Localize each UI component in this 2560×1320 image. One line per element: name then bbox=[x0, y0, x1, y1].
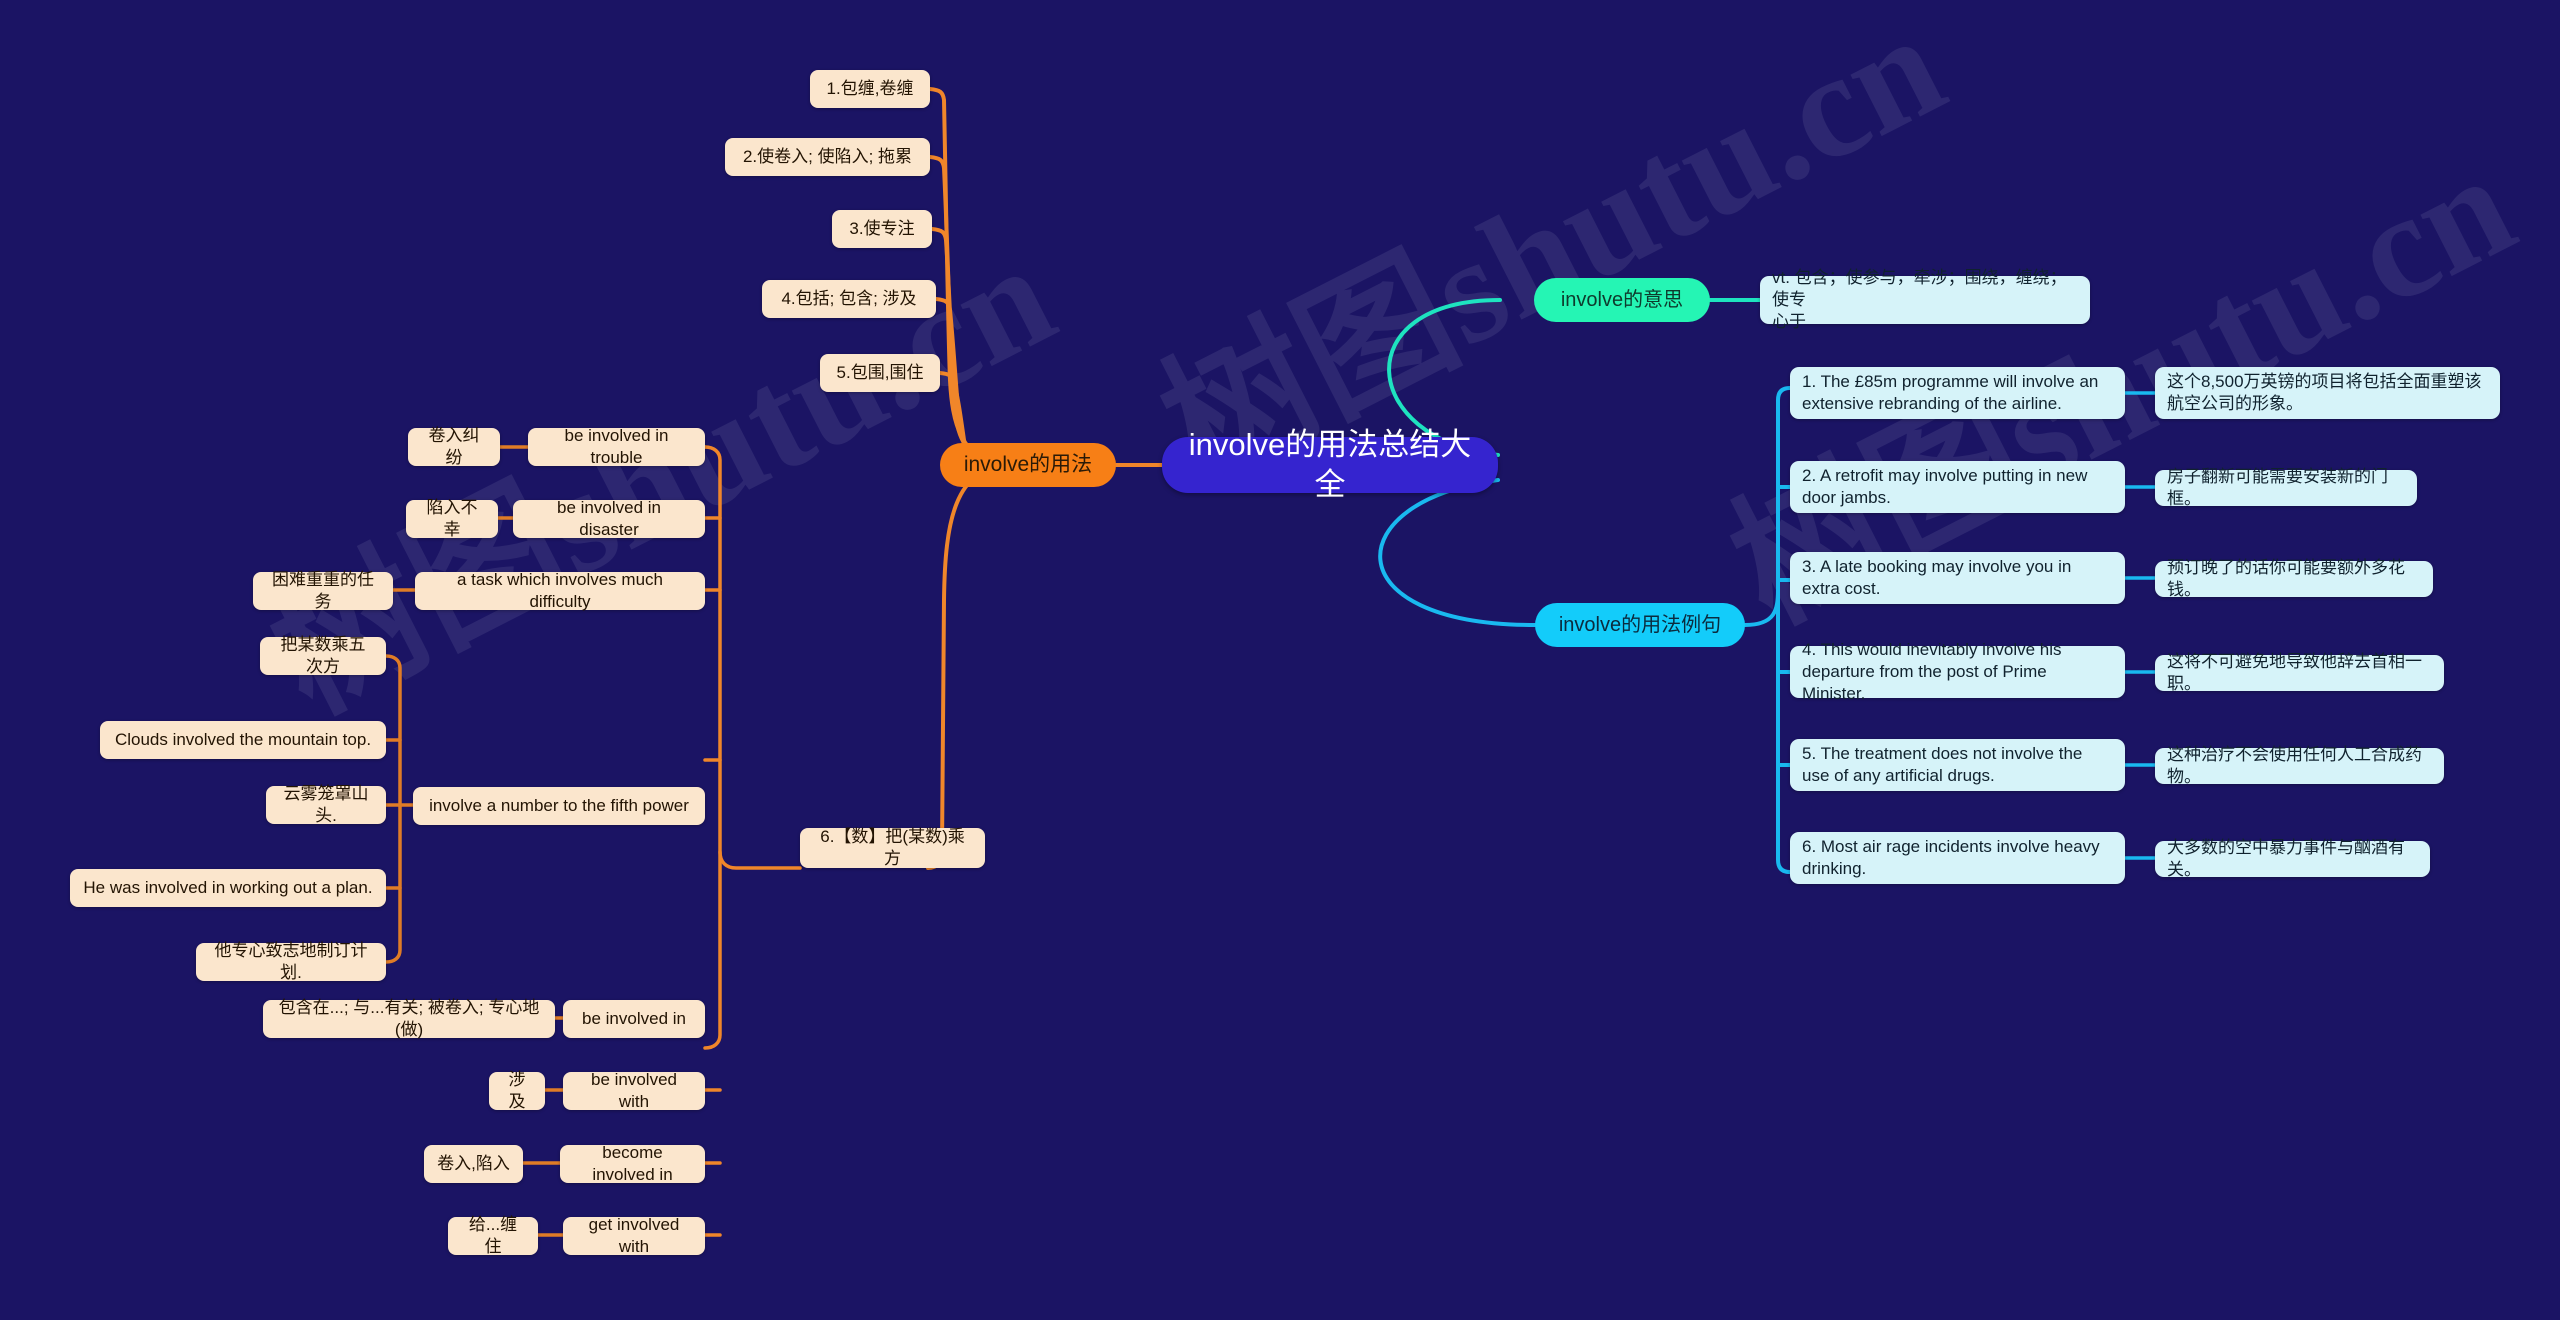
sense-item[interactable]: 5.包围,围住 bbox=[820, 354, 940, 392]
phrase-en[interactable]: be involved in bbox=[563, 1000, 705, 1038]
sense-item[interactable]: 6.【数】把(某数)乘方 bbox=[800, 827, 985, 868]
phrase-en[interactable]: be involved with bbox=[563, 1070, 705, 1111]
branch-usage[interactable]: involve的用法 bbox=[940, 443, 1116, 487]
sense-item[interactable]: 1.包缠,卷缠 bbox=[810, 70, 930, 108]
branch-examples[interactable]: involve的用法例句 bbox=[1535, 603, 1745, 647]
power-example[interactable]: Clouds involved the mountain top. bbox=[100, 721, 386, 759]
meaning-detail: vt. 包含；使参与，牵涉；围绕，缠绕；使专 心于 bbox=[1760, 268, 2090, 331]
phrase-zh[interactable]: 陷入不幸 bbox=[406, 498, 498, 539]
phrase-en[interactable]: be involved in disaster bbox=[513, 498, 705, 539]
example-zh[interactable]: 这将不可避免地导致他辞去首相一职。 bbox=[2155, 652, 2444, 693]
phrase-en[interactable]: involve a number to the fifth power bbox=[413, 787, 705, 825]
example-zh[interactable]: 预订晚了的话你可能要额外多花钱。 bbox=[2155, 558, 2433, 599]
power-example[interactable]: He was involved in working out a plan. bbox=[70, 869, 386, 907]
example-en[interactable]: 5. The treatment does not involve the us… bbox=[1790, 739, 2125, 791]
mindmap-canvas: 树图shutu.cn 树图shutu.cn 树图shutu.cn involve… bbox=[0, 0, 2560, 1320]
phrase-en[interactable]: get involved with bbox=[563, 1215, 705, 1256]
phrase-zh[interactable]: 卷入,陷入 bbox=[424, 1145, 523, 1183]
phrase-zh[interactable]: 涉及 bbox=[489, 1070, 545, 1111]
power-example[interactable]: 他专心致志地制订计划. bbox=[196, 941, 386, 982]
root-node[interactable]: involve的用法总结大全 bbox=[1162, 427, 1498, 502]
phrase-en[interactable]: a task which involves much difficulty bbox=[415, 570, 705, 611]
example-zh[interactable]: 大多数的空中暴力事件与酗酒有关。 bbox=[2155, 838, 2430, 879]
example-zh[interactable]: 房子翻新可能需要安装新的门框。 bbox=[2155, 467, 2417, 508]
sense-item[interactable]: 4.包括; 包含; 涉及 bbox=[762, 280, 936, 318]
sense-item[interactable]: 3.使专注 bbox=[832, 210, 932, 248]
phrase-zh[interactable]: 卷入纠纷 bbox=[408, 426, 500, 467]
example-zh[interactable]: 这个8,500万英镑的项目将包括全面重塑该航空公司的形象。 bbox=[2155, 367, 2500, 419]
power-example[interactable]: 云雾笼罩山头. bbox=[266, 784, 386, 825]
example-en[interactable]: 3. A late booking may involve you in ext… bbox=[1790, 552, 2125, 604]
phrase-zh[interactable]: 困难重重的任务 bbox=[253, 570, 393, 611]
phrase-en[interactable]: be involved in trouble bbox=[528, 426, 705, 467]
phrase-zh[interactable]: 包含在...; 与...有关; 被卷入; 专心地(做) bbox=[263, 998, 555, 1039]
branch-meaning[interactable]: involve的意思 bbox=[1534, 278, 1710, 322]
power-example[interactable]: 把某数乘五次方 bbox=[260, 635, 386, 676]
example-en[interactable]: 2. A retrofit may involve putting in new… bbox=[1790, 461, 2125, 513]
example-en[interactable]: 6. Most air rage incidents involve heavy… bbox=[1790, 832, 2125, 884]
phrase-zh[interactable]: 给...缠住 bbox=[448, 1215, 538, 1256]
sense-item[interactable]: 2.使卷入; 使陷入; 拖累 bbox=[725, 138, 930, 176]
example-zh[interactable]: 这种治疗不会使用任何人工合成药物。 bbox=[2155, 745, 2444, 786]
phrase-en[interactable]: become involved in bbox=[560, 1143, 705, 1184]
example-en[interactable]: 1. The £85m programme will involve an ex… bbox=[1790, 367, 2125, 419]
example-en[interactable]: 4. This would inevitably involve his dep… bbox=[1790, 640, 2125, 703]
